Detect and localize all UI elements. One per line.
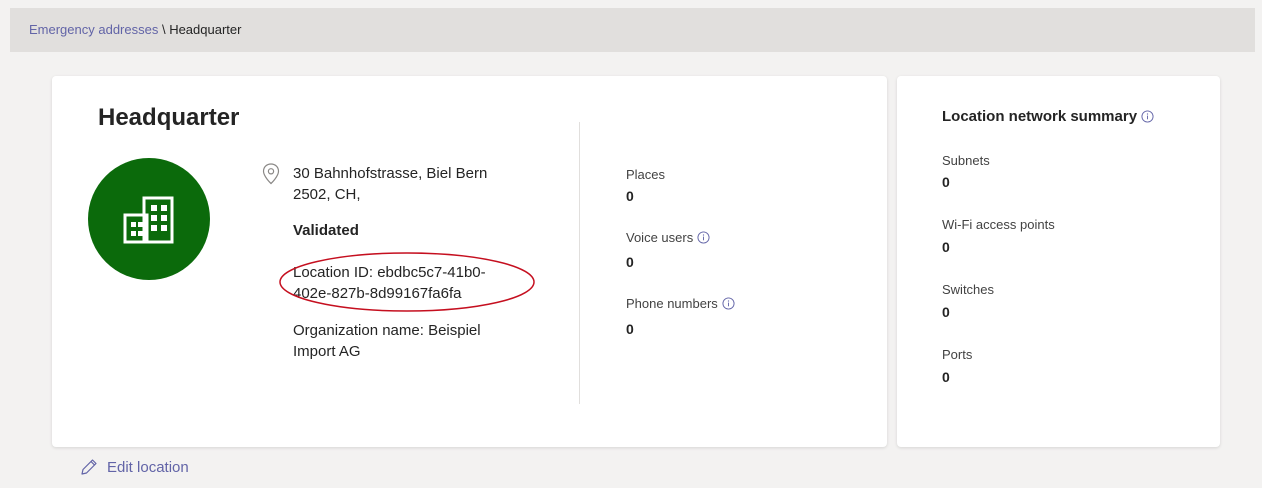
annotation-ellipse bbox=[279, 252, 535, 312]
ports-label: Ports bbox=[942, 347, 973, 362]
location-details-card: Headquarter 30 Bahnhofstrasse, Biel Bern… bbox=[52, 76, 887, 447]
phone-numbers-label-text: Phone numbers bbox=[626, 296, 718, 311]
phone-numbers-value: 0 bbox=[626, 321, 634, 337]
switches-value: 0 bbox=[942, 304, 950, 320]
subnets-label: Subnets bbox=[942, 153, 990, 168]
info-icon[interactable] bbox=[1141, 110, 1154, 123]
breadcrumb: Emergency addresses \ Headquarter bbox=[29, 22, 241, 37]
building-icon bbox=[123, 196, 174, 244]
ports-value: 0 bbox=[942, 369, 950, 385]
places-value: 0 bbox=[626, 188, 634, 204]
voice-users-label: Voice users bbox=[626, 230, 710, 245]
address-line-2: 2502, CH, bbox=[293, 186, 361, 203]
network-summary-title-text: Location network summary bbox=[942, 108, 1138, 125]
organization-name-line-1: Organization name: Beispiel bbox=[293, 322, 481, 339]
avatar bbox=[88, 158, 210, 280]
validation-status: Validated bbox=[293, 222, 359, 239]
network-summary-title: Location network summary bbox=[942, 108, 1154, 125]
address: 30 Bahnhofstrasse, Biel Bern 2502, CH, bbox=[293, 163, 533, 205]
address-line-1: 30 Bahnhofstrasse, Biel Bern bbox=[293, 165, 488, 182]
edit-location-button[interactable]: Edit location bbox=[80, 458, 189, 476]
subnets-value: 0 bbox=[942, 174, 950, 190]
voice-users-value: 0 bbox=[626, 254, 634, 270]
places-label-text: Places bbox=[626, 167, 666, 182]
switches-label: Switches bbox=[942, 282, 995, 297]
location-pin-icon bbox=[262, 163, 280, 185]
organization-name: Organization name: Beispiel Import AG bbox=[293, 320, 533, 362]
phone-numbers-label: Phone numbers bbox=[626, 296, 735, 311]
organization-name-line-2: Import AG bbox=[293, 343, 361, 360]
voice-users-label-text: Voice users bbox=[626, 230, 694, 245]
info-icon[interactable] bbox=[697, 231, 710, 244]
page-title: Headquarter bbox=[98, 104, 240, 131]
breadcrumb-link-emergency-addresses[interactable]: Emergency addresses bbox=[29, 22, 158, 37]
pencil-icon bbox=[81, 459, 97, 475]
network-summary-card: Location network summary Subnets 0 Wi-Fi… bbox=[897, 76, 1220, 447]
edit-location-label: Edit location bbox=[107, 458, 189, 476]
breadcrumb-separator: \ bbox=[158, 22, 170, 37]
vertical-divider bbox=[579, 122, 580, 404]
breadcrumb-bar: Emergency addresses \ Headquarter bbox=[10, 8, 1255, 52]
breadcrumb-current: Headquarter bbox=[169, 22, 242, 37]
info-icon[interactable] bbox=[722, 297, 735, 310]
wifi-access-points-value: 0 bbox=[942, 239, 950, 255]
places-label: Places bbox=[626, 167, 665, 182]
wifi-access-points-label: Wi-Fi access points bbox=[942, 217, 1055, 232]
